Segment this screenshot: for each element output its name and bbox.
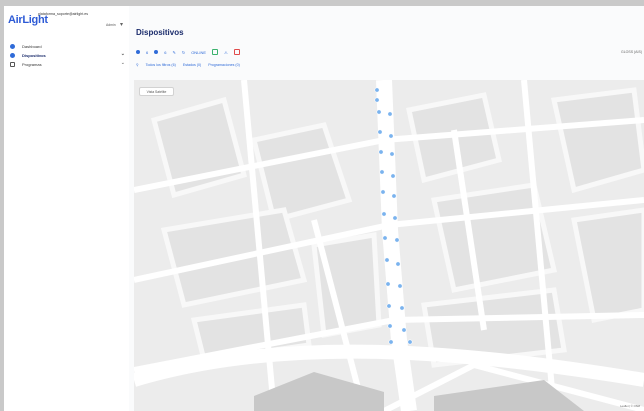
calendar-icon xyxy=(10,62,15,67)
toolbar-count-1[interactable]: 6 xyxy=(146,50,148,55)
map-view[interactable]: Vista Satélite Leaflet | © OSM xyxy=(134,80,644,411)
offline-icon[interactable] xyxy=(233,49,240,55)
toolbar-online[interactable]: ONLINE xyxy=(191,50,206,55)
chevron-down-icon: ⌄ xyxy=(120,60,125,66)
user-email: plataforma_soporte@airlight.es xyxy=(38,12,88,16)
devices-icon xyxy=(10,53,15,58)
page-title: Dispositivos xyxy=(136,28,184,37)
filter-estados[interactable]: Estados (0) xyxy=(183,63,201,67)
edit-icon[interactable]: ✎ xyxy=(172,50,175,55)
sidebar: AirLight plataforma_soporte@airlight.es … xyxy=(4,6,130,411)
filter-icon: ⚲ xyxy=(136,62,139,67)
toolbar-right-text: GLOSS (AIS) xyxy=(620,50,642,54)
status-dot-icon xyxy=(136,50,140,54)
sidebar-item-dispositivos[interactable]: Dispositivos ⌄ xyxy=(4,51,129,60)
main-content: Dispositivos 6 6 ✎ ↻ ONLINE ⚠ GLOSS (AIS… xyxy=(129,6,644,411)
chevron-down-icon[interactable]: ▾ xyxy=(120,21,123,28)
alert-icon[interactable]: ⚠ xyxy=(224,50,228,55)
filter-programaciones[interactable]: Programaciones (0) xyxy=(208,63,240,67)
sidebar-nav: Dashboard Dispositivos ⌄ Programas ⌄ xyxy=(4,42,129,69)
map-attribution: Leaflet | © OSM xyxy=(620,404,640,408)
dashboard-icon xyxy=(10,44,15,49)
toolbar-count-2[interactable]: 6 xyxy=(164,50,166,55)
sidebar-item-dashboard[interactable]: Dashboard xyxy=(4,42,129,51)
toolbar: 6 6 ✎ ↻ ONLINE ⚠ xyxy=(136,48,240,56)
sidebar-item-label: Programas xyxy=(22,62,42,67)
sidebar-item-programas[interactable]: Programas ⌄ xyxy=(4,60,129,69)
chevron-down-icon: ⌄ xyxy=(120,51,125,57)
user-role: Admin xyxy=(106,23,116,27)
filter-bar: ⚲ Todos los filtros (6) Estados (0) Prog… xyxy=(136,61,240,68)
status-dot-icon xyxy=(154,50,159,54)
app-window: AirLight plataforma_soporte@airlight.es … xyxy=(4,6,644,411)
filter-all[interactable]: Todos los filtros (6) xyxy=(146,63,176,67)
view-toggle-button[interactable]: Vista Satélite xyxy=(139,87,174,96)
map-canvas xyxy=(134,80,644,411)
sidebar-item-label: Dispositivos xyxy=(22,53,46,58)
sidebar-item-label: Dashboard xyxy=(22,44,42,49)
refresh-icon[interactable]: ↻ xyxy=(182,50,185,55)
online-icon[interactable] xyxy=(212,49,219,55)
